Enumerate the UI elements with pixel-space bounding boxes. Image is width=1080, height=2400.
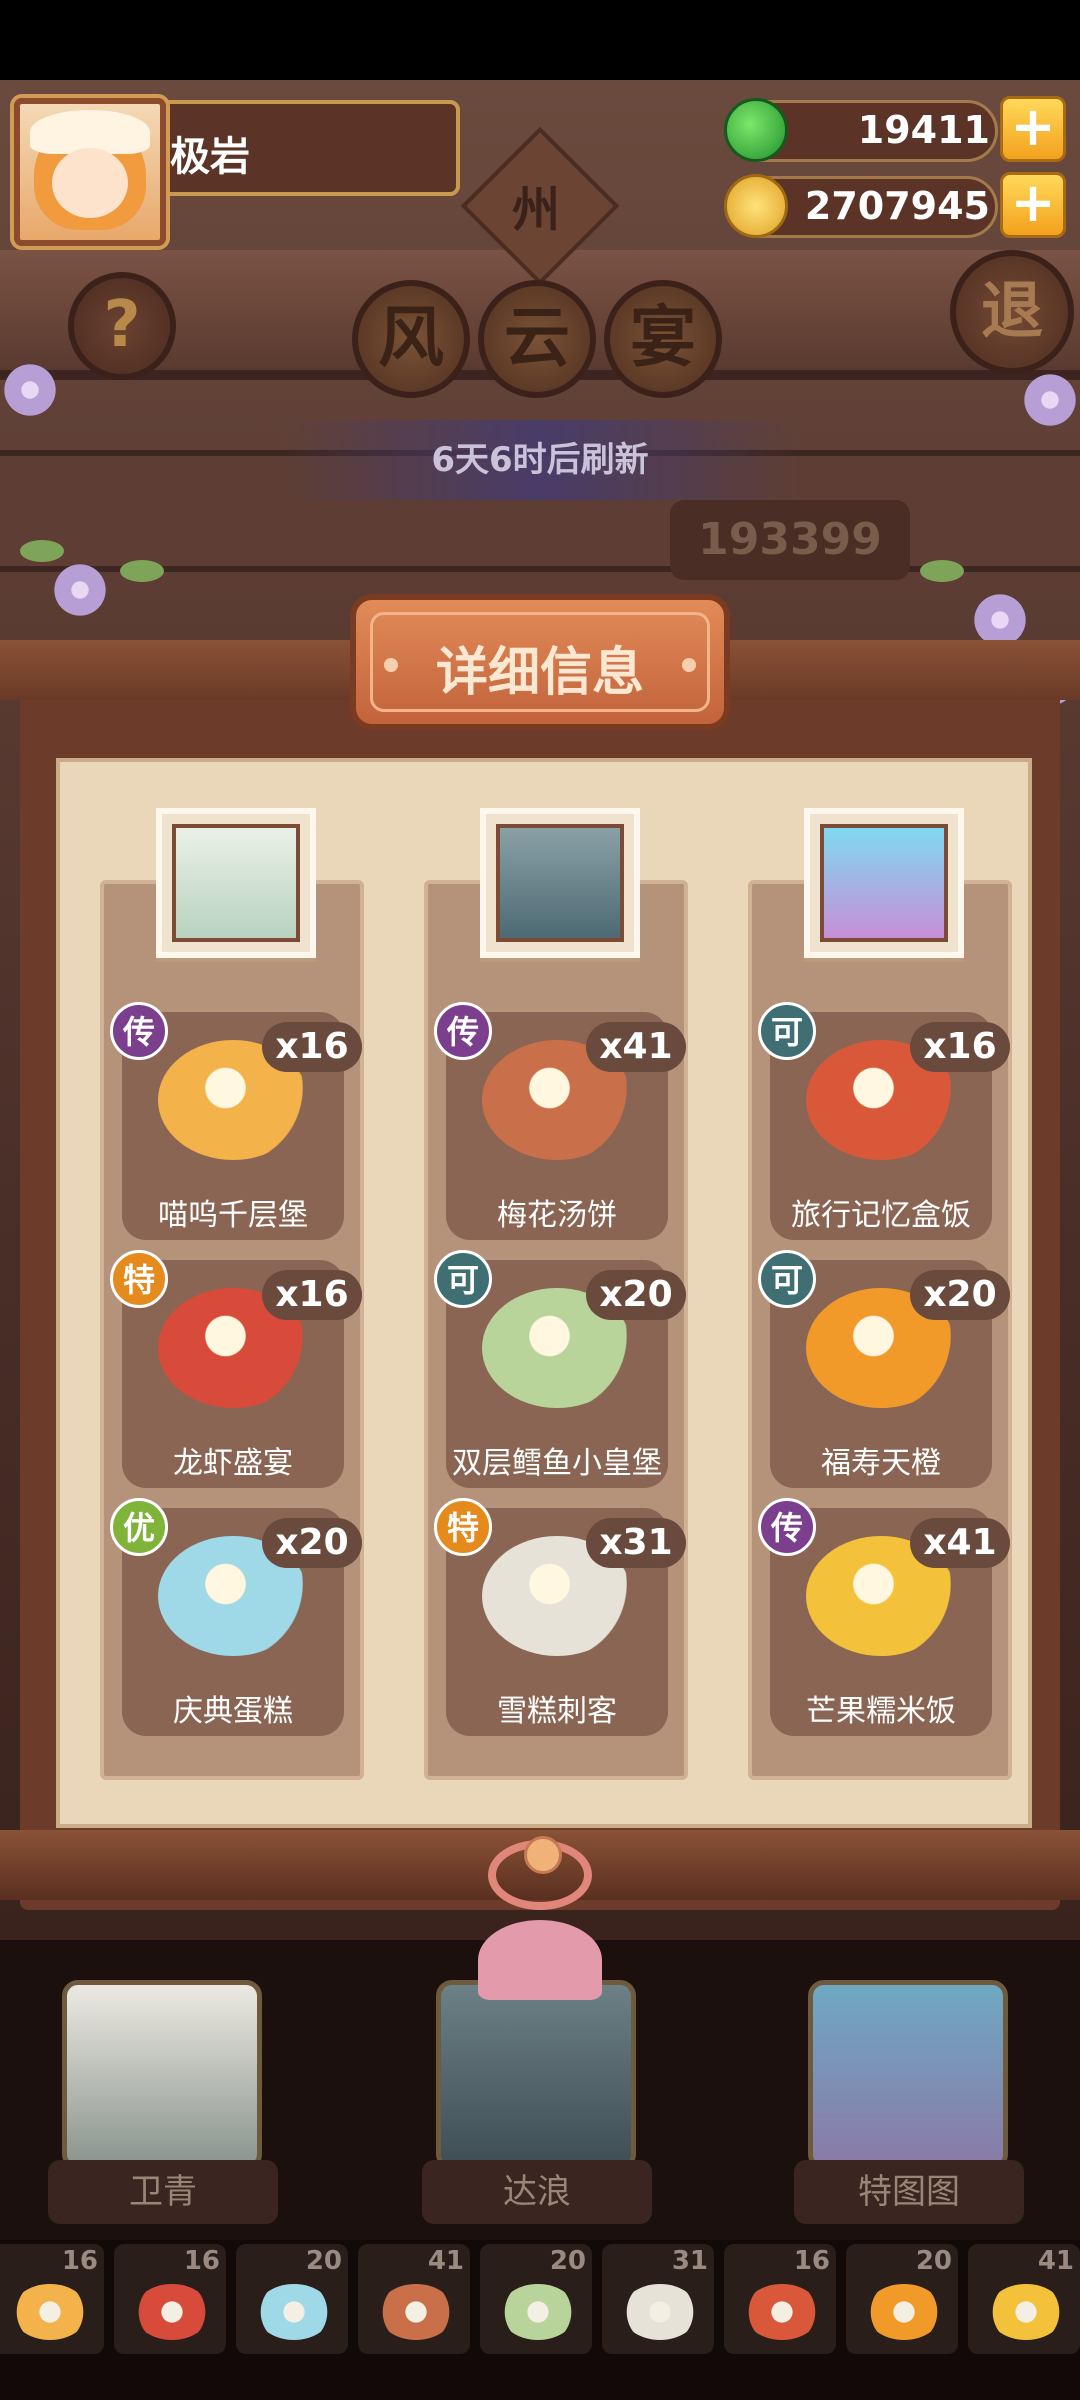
tray-dish-quantity: 16 [183, 2246, 220, 2276]
tassel-bell [478, 1920, 602, 2000]
dish-quantity: x16 [910, 1022, 1010, 1072]
dish-quantity: x20 [262, 1518, 362, 1568]
tray-dish[interactable]: 20 [236, 2244, 348, 2354]
leaf-decoration [20, 540, 64, 562]
character-card[interactable] [436, 1980, 636, 2170]
character-name: 达浪 [422, 2160, 652, 2224]
character-portrait[interactable] [480, 808, 640, 958]
panel-title: 详细信息 [435, 643, 644, 703]
character-portrait[interactable] [804, 808, 964, 958]
dish-grade-badge: 可 [758, 1002, 816, 1060]
dish-name: 庆典蛋糕 [173, 1694, 293, 1729]
tray-dish-quantity: 31 [671, 2246, 708, 2276]
leaf-decoration [920, 560, 964, 582]
dish-quantity: x31 [586, 1518, 686, 1568]
tray-dish[interactable]: 41 [968, 2244, 1080, 2354]
dish-quantity: x16 [262, 1270, 362, 1320]
leaf-decoration [120, 560, 164, 582]
dish-grade-badge: 传 [758, 1498, 816, 1556]
flower-decoration [50, 560, 110, 620]
refresh-timer: 6天6时后刷新 [431, 440, 649, 480]
dish-quantity: x20 [910, 1270, 1010, 1320]
dish-quantity: x41 [586, 1022, 686, 1072]
event-title-char: 风 [352, 280, 470, 398]
add-coin-button[interactable]: + [1000, 172, 1066, 238]
character-name: 卫青 [48, 2160, 278, 2224]
tray-dish-quantity: 20 [915, 2246, 952, 2276]
tray-dish-image [500, 2284, 576, 2340]
dish-name: 福寿天橙 [821, 1446, 941, 1481]
flower-decoration [1020, 370, 1080, 430]
dish-quantity: x16 [262, 1022, 362, 1072]
tray-dish-quantity: 41 [1037, 2246, 1074, 2276]
dish-grade-badge: 特 [434, 1498, 492, 1556]
exit-button[interactable]: 退 [950, 250, 1074, 374]
coin-icon [724, 174, 788, 238]
flower-decoration [0, 360, 60, 420]
tray-dish-image [256, 2284, 332, 2340]
dish-name: 梅花汤饼 [497, 1198, 617, 1233]
dish-quantity: x41 [910, 1518, 1010, 1568]
dish-name: 双层鳕鱼小皇堡 [452, 1446, 662, 1481]
tray-dish-image [622, 2284, 698, 2340]
player-name: 极岩 [170, 134, 250, 180]
tray-dish-quantity: 20 [549, 2246, 586, 2276]
tray-dish-image [866, 2284, 942, 2340]
dish-grade-badge: 传 [434, 1002, 492, 1060]
jade-icon [724, 98, 788, 162]
dish-quantity: x20 [586, 1270, 686, 1320]
dish-name: 旅行记忆盒饭 [791, 1198, 971, 1233]
character-card[interactable] [808, 1980, 1008, 2170]
character-card[interactable] [62, 1980, 262, 2170]
dish-grade-badge: 优 [110, 1498, 168, 1556]
dish-name: 龙虾盛宴 [173, 1446, 293, 1481]
tray-dish[interactable]: 16 [0, 2244, 104, 2354]
tray-dish[interactable]: 20 [846, 2244, 958, 2354]
tray-dish-quantity: 16 [61, 2246, 98, 2276]
tray-dish-image [12, 2284, 88, 2340]
dish-name: 雪糕刺客 [497, 1694, 617, 1729]
tray-dish[interactable]: 20 [480, 2244, 592, 2354]
add-jade-button[interactable]: + [1000, 96, 1066, 162]
dish-grade-badge: 传 [110, 1002, 168, 1060]
dish-name: 芒果糯米饭 [806, 1694, 956, 1729]
event-title-char: 宴 [604, 280, 722, 398]
tray-dish[interactable]: 41 [358, 2244, 470, 2354]
status-bar [0, 0, 1080, 80]
score-plaque: 193399 [670, 500, 910, 580]
province-badge-label: 州 [511, 182, 560, 238]
dish-grade-badge: 特 [110, 1250, 168, 1308]
dish-grade-badge: 可 [758, 1250, 816, 1308]
help-button[interactable]: ? [68, 272, 176, 380]
dish-name: 喵呜千层堡 [158, 1198, 308, 1233]
tray-dish[interactable]: 16 [724, 2244, 836, 2354]
character-portrait[interactable] [156, 808, 316, 958]
tassel-bead [524, 1836, 562, 1874]
event-title-char: 云 [478, 280, 596, 398]
tray-dish-quantity: 41 [427, 2246, 464, 2276]
avatar[interactable] [14, 98, 166, 246]
tray-dish-image [988, 2284, 1064, 2340]
tray-dish-image [134, 2284, 210, 2340]
tray-dish-image [744, 2284, 820, 2340]
tray-dish[interactable]: 16 [114, 2244, 226, 2354]
tray-dish-quantity: 20 [305, 2246, 342, 2276]
character-name: 特图图 [794, 2160, 1024, 2224]
tray-dish-quantity: 16 [793, 2246, 830, 2276]
tray-dish-image [378, 2284, 454, 2340]
tray-dish[interactable]: 31 [602, 2244, 714, 2354]
dish-grade-badge: 可 [434, 1250, 492, 1308]
